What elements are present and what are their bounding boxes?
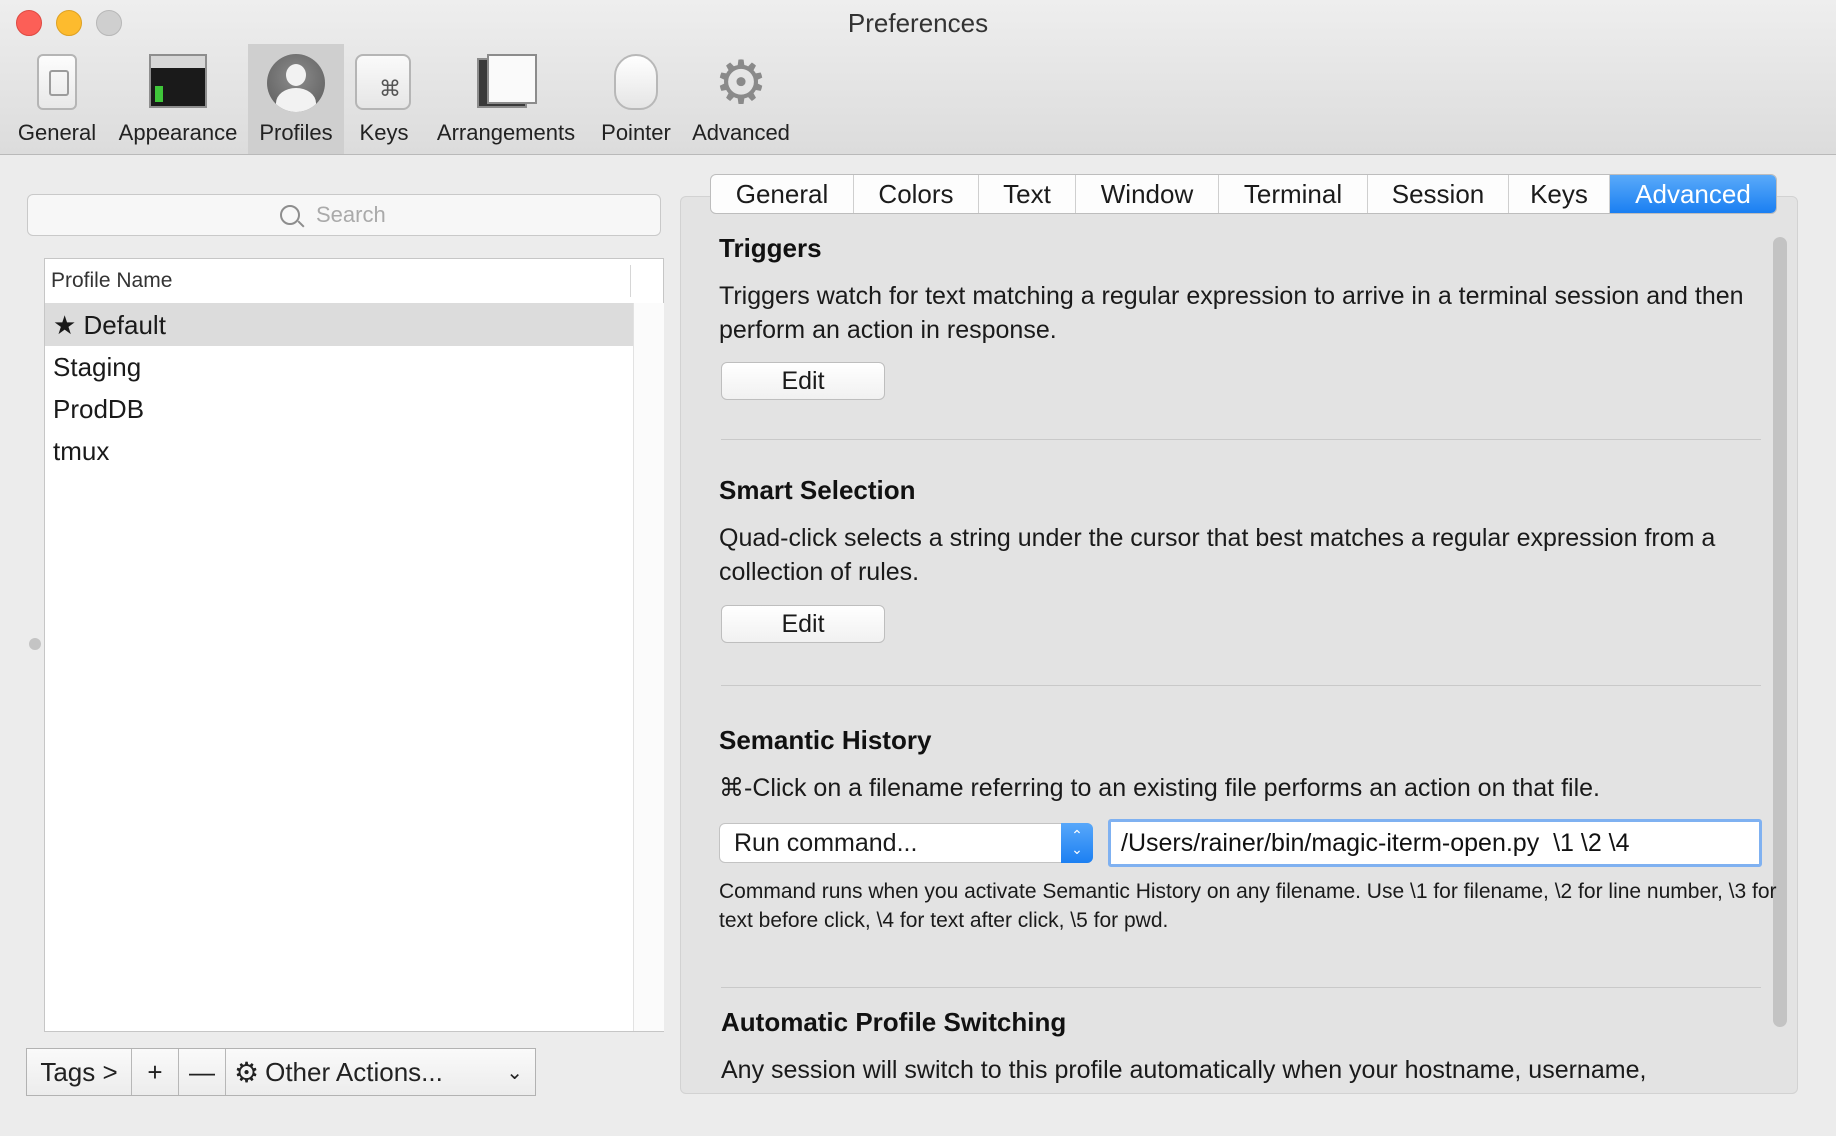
smart-selection-title: Smart Selection [719, 475, 916, 505]
tab-terminal[interactable]: Terminal [1219, 175, 1368, 213]
gear-icon: ⚙ [234, 1055, 260, 1089]
tab-keys[interactable]: Keys [1509, 175, 1610, 213]
toolbar-general[interactable]: General [6, 44, 108, 154]
toolbar-label: Profiles [259, 120, 333, 145]
advanced-settings-panel: Triggers Triggers watch for text matchin… [680, 196, 1798, 1094]
appearance-terminal-icon [149, 54, 207, 112]
search-icon [280, 205, 300, 225]
triggers-description: Triggers watch for text matching a regul… [719, 282, 1744, 344]
smart-selection-description: Quad-click selects a string under the cu… [719, 524, 1716, 586]
profile-name-column-header[interactable]: Profile Name [45, 259, 663, 304]
pointer-mouse-icon [607, 54, 665, 112]
remove-profile-button[interactable]: — [179, 1049, 226, 1095]
semantic-history-description: ⌘-Click on a filename referring to an ex… [719, 774, 1600, 802]
toolbar-pointer[interactable]: Pointer [592, 44, 680, 154]
split-view-handle[interactable] [29, 638, 41, 650]
semantic-history-command-field[interactable] [1108, 819, 1762, 867]
semantic-history-command-input[interactable] [1119, 827, 1759, 859]
section-divider [721, 987, 1761, 988]
triggers-edit-button[interactable]: Edit [721, 362, 885, 400]
semantic-history-help: Command runs when you activate Semantic … [719, 880, 1777, 932]
window-title: Preferences [847, 8, 989, 38]
toolbar-label: General [17, 120, 97, 145]
profile-actions-bar: Tags > + — ⚙ Other Actions... ⌄ [26, 1048, 536, 1096]
profile-search-box[interactable] [27, 194, 661, 236]
other-actions-menu[interactable]: ⚙ Other Actions... ⌄ [226, 1049, 535, 1095]
chevron-down-icon: ⌄ [506, 1060, 523, 1084]
general-switch-icon [28, 54, 86, 112]
toolbar-label: Appearance [118, 120, 238, 145]
title-bar: Preferences General Appearance Profiles … [0, 0, 1836, 155]
select-stepper-icon: ⌃ ⌄ [1061, 823, 1093, 863]
profiles-avatar-icon [267, 54, 325, 112]
auto-switching-title: Automatic Profile Switching [721, 1007, 1067, 1037]
toolbar-profiles[interactable]: Profiles [248, 44, 344, 154]
toolbar-label: Advanced [692, 120, 790, 145]
triggers-title: Triggers [719, 233, 822, 263]
preferences-window: Preferences General Appearance Profiles … [0, 0, 1836, 1136]
profile-row-default[interactable]: ★ Default [45, 304, 633, 346]
semantic-history-title: Semantic History [719, 725, 932, 755]
auto-switching-description: Any session will switch to this profile … [721, 1056, 1647, 1084]
profile-row-staging[interactable]: Staging [45, 346, 633, 388]
tab-text[interactable]: Text [979, 175, 1076, 213]
smart-selection-edit-button[interactable]: Edit [721, 605, 885, 643]
profile-list-scroll-track[interactable] [633, 303, 664, 1031]
section-divider [721, 685, 1761, 686]
other-actions-label: Other Actions... [265, 1056, 443, 1087]
arrangements-windows-icon [477, 54, 537, 112]
add-profile-button[interactable]: + [132, 1049, 179, 1095]
toolbar-advanced[interactable]: ⚙ Advanced [686, 44, 796, 154]
profile-row-tmux[interactable]: tmux [45, 430, 633, 472]
toolbar-appearance[interactable]: Appearance [112, 44, 244, 154]
profile-search-input[interactable] [314, 201, 408, 229]
tab-window[interactable]: Window [1076, 175, 1219, 213]
tab-general[interactable]: General [711, 175, 854, 213]
toolbar-label: Keys [359, 120, 409, 145]
tab-advanced[interactable]: Advanced [1610, 175, 1776, 213]
semantic-history-action-select[interactable]: Run command... ⌃ ⌄ [719, 823, 1093, 863]
tab-colors[interactable]: Colors [854, 175, 979, 213]
profile-list: Profile Name ★ Default Staging ProdDB tm… [44, 258, 664, 1032]
profile-row-proddb[interactable]: ProdDB [45, 388, 633, 430]
toolbar-label: Arrangements [436, 120, 576, 145]
section-divider [721, 439, 1761, 440]
toolbar-label: Pointer [601, 120, 671, 145]
toolbar-arrangements[interactable]: Arrangements [430, 44, 582, 154]
tags-toggle-button[interactable]: Tags > [27, 1049, 132, 1095]
toolbar-keys[interactable]: ⌘ Keys [350, 44, 418, 154]
keys-command-icon: ⌘ [355, 54, 413, 112]
semantic-history-action-value: Run command... [734, 828, 918, 857]
advanced-gear-icon: ⚙ [714, 48, 768, 118]
tab-session[interactable]: Session [1368, 175, 1509, 213]
profile-tabs: General Colors Text Window Terminal Sess… [710, 174, 1777, 214]
